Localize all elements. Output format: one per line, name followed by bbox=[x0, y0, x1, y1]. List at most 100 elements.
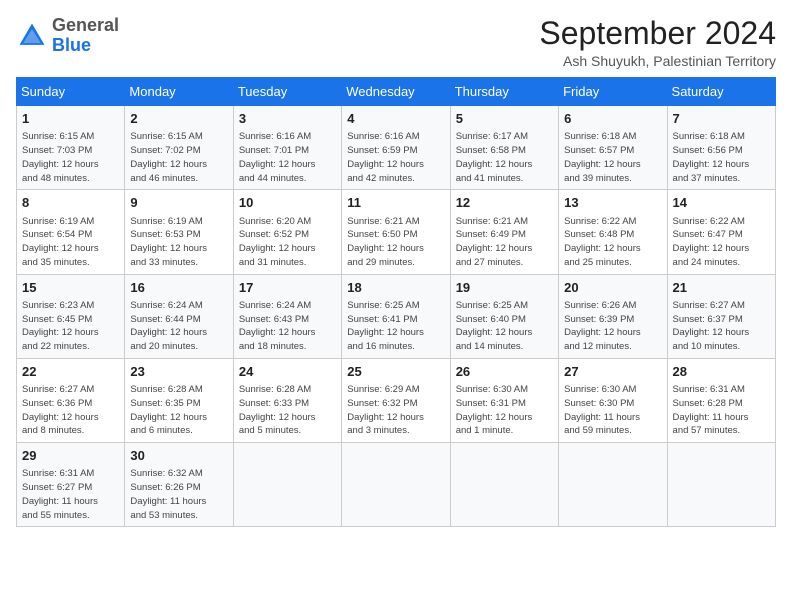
day-number: 24 bbox=[239, 363, 336, 381]
day-number: 3 bbox=[239, 110, 336, 128]
calendar-week-row: 15 Sunrise: 6:23 AM Sunset: 6:45 PM Dayli… bbox=[17, 274, 776, 358]
calendar-cell: 10Sunrise: 6:20 AM Sunset: 6:52 PM Dayli… bbox=[233, 190, 341, 274]
title-block: September 2024 Ash Shuyukh, Palestinian … bbox=[539, 16, 776, 69]
weekday-header-wednesday: Wednesday bbox=[342, 78, 450, 106]
calendar-week-row: 29Sunrise: 6:31 AM Sunset: 6:27 PM Dayli… bbox=[17, 443, 776, 527]
day-info: Sunrise: 6:27 AM Sunset: 6:37 PM Dayligh… bbox=[673, 299, 770, 354]
calendar-week-row: 22 Sunrise: 6:27 AM Sunset: 6:36 PM Dayli… bbox=[17, 358, 776, 442]
day-info: Sunrise: 6:30 AM Sunset: 6:30 PM Dayligh… bbox=[564, 383, 661, 438]
weekday-header-saturday: Saturday bbox=[667, 78, 775, 106]
day-number: 29 bbox=[22, 447, 119, 465]
calendar-cell: 18 Sunrise: 6:25 AM Sunset: 6:41 PM Dayli… bbox=[342, 274, 450, 358]
calendar-cell bbox=[667, 443, 775, 527]
day-number: 16 bbox=[130, 279, 227, 297]
day-number: 11 bbox=[347, 194, 444, 212]
day-info: Sunrise: 6:22 AM Sunset: 6:47 PM Dayligh… bbox=[673, 215, 770, 270]
day-number: 14 bbox=[673, 194, 770, 212]
calendar-header: SundayMondayTuesdayWednesdayThursdayFrid… bbox=[17, 78, 776, 106]
day-number: 9 bbox=[130, 194, 227, 212]
calendar-cell: 3Sunrise: 6:16 AM Sunset: 7:01 PM Daylig… bbox=[233, 106, 341, 190]
calendar-cell: 30 Sunrise: 6:32 AM Sunset: 6:26 PM Dayli… bbox=[125, 443, 233, 527]
day-number: 25 bbox=[347, 363, 444, 381]
day-info: Sunrise: 6:15 AM Sunset: 7:02 PM Dayligh… bbox=[130, 130, 227, 185]
calendar-cell: 16 Sunrise: 6:24 AM Sunset: 6:44 PM Dayli… bbox=[125, 274, 233, 358]
day-info: Sunrise: 6:17 AM Sunset: 6:58 PM Dayligh… bbox=[456, 130, 553, 185]
day-number: 19 bbox=[456, 279, 553, 297]
day-info: Sunrise: 6:27 AM Sunset: 6:36 PM Dayligh… bbox=[22, 383, 119, 438]
day-info: Sunrise: 6:24 AM Sunset: 6:44 PM Dayligh… bbox=[130, 299, 227, 354]
day-number: 18 bbox=[347, 279, 444, 297]
day-info: Sunrise: 6:23 AM Sunset: 6:45 PM Dayligh… bbox=[22, 299, 119, 354]
calendar-cell: 24 Sunrise: 6:28 AM Sunset: 6:33 PM Dayli… bbox=[233, 358, 341, 442]
day-info: Sunrise: 6:31 AM Sunset: 6:28 PM Dayligh… bbox=[673, 383, 770, 438]
day-info: Sunrise: 6:19 AM Sunset: 6:54 PM Dayligh… bbox=[22, 215, 119, 270]
month-year-title: September 2024 bbox=[539, 16, 776, 51]
weekday-header-monday: Monday bbox=[125, 78, 233, 106]
day-info: Sunrise: 6:28 AM Sunset: 6:33 PM Dayligh… bbox=[239, 383, 336, 438]
day-number: 23 bbox=[130, 363, 227, 381]
calendar-cell: 12 Sunrise: 6:21 AM Sunset: 6:49 PM Dayli… bbox=[450, 190, 558, 274]
location-subtitle: Ash Shuyukh, Palestinian Territory bbox=[539, 53, 776, 69]
day-info: Sunrise: 6:30 AM Sunset: 6:31 PM Dayligh… bbox=[456, 383, 553, 438]
calendar-cell: 4Sunrise: 6:16 AM Sunset: 6:59 PM Daylig… bbox=[342, 106, 450, 190]
calendar-week-row: 1Sunrise: 6:15 AM Sunset: 7:03 PM Daylig… bbox=[17, 106, 776, 190]
calendar-cell bbox=[450, 443, 558, 527]
day-info: Sunrise: 6:28 AM Sunset: 6:35 PM Dayligh… bbox=[130, 383, 227, 438]
day-number: 8 bbox=[22, 194, 119, 212]
day-number: 2 bbox=[130, 110, 227, 128]
calendar-table: SundayMondayTuesdayWednesdayThursdayFrid… bbox=[16, 77, 776, 527]
calendar-cell bbox=[342, 443, 450, 527]
day-number: 21 bbox=[673, 279, 770, 297]
weekday-header-friday: Friday bbox=[559, 78, 667, 106]
calendar-cell: 22 Sunrise: 6:27 AM Sunset: 6:36 PM Dayli… bbox=[17, 358, 125, 442]
calendar-cell: 21 Sunrise: 6:27 AM Sunset: 6:37 PM Dayli… bbox=[667, 274, 775, 358]
calendar-cell: 1Sunrise: 6:15 AM Sunset: 7:03 PM Daylig… bbox=[17, 106, 125, 190]
day-info: Sunrise: 6:25 AM Sunset: 6:40 PM Dayligh… bbox=[456, 299, 553, 354]
calendar-cell: 19 Sunrise: 6:25 AM Sunset: 6:40 PM Dayli… bbox=[450, 274, 558, 358]
day-info: Sunrise: 6:21 AM Sunset: 6:49 PM Dayligh… bbox=[456, 215, 553, 270]
calendar-cell: 5 Sunrise: 6:17 AM Sunset: 6:58 PM Daylig… bbox=[450, 106, 558, 190]
calendar-cell: 7 Sunrise: 6:18 AM Sunset: 6:56 PM Daylig… bbox=[667, 106, 775, 190]
calendar-cell: 14 Sunrise: 6:22 AM Sunset: 6:47 PM Dayli… bbox=[667, 190, 775, 274]
calendar-cell: 26 Sunrise: 6:30 AM Sunset: 6:31 PM Dayli… bbox=[450, 358, 558, 442]
day-number: 30 bbox=[130, 447, 227, 465]
day-info: Sunrise: 6:21 AM Sunset: 6:50 PM Dayligh… bbox=[347, 215, 444, 270]
day-info: Sunrise: 6:22 AM Sunset: 6:48 PM Dayligh… bbox=[564, 215, 661, 270]
logo-icon bbox=[16, 20, 48, 52]
day-info: Sunrise: 6:26 AM Sunset: 6:39 PM Dayligh… bbox=[564, 299, 661, 354]
day-info: Sunrise: 6:19 AM Sunset: 6:53 PM Dayligh… bbox=[130, 215, 227, 270]
day-info: Sunrise: 6:18 AM Sunset: 6:57 PM Dayligh… bbox=[564, 130, 661, 185]
day-number: 5 bbox=[456, 110, 553, 128]
calendar-cell: 8 Sunrise: 6:19 AM Sunset: 6:54 PM Daylig… bbox=[17, 190, 125, 274]
weekday-header-sunday: Sunday bbox=[17, 78, 125, 106]
day-info: Sunrise: 6:18 AM Sunset: 6:56 PM Dayligh… bbox=[673, 130, 770, 185]
weekday-header-thursday: Thursday bbox=[450, 78, 558, 106]
day-number: 26 bbox=[456, 363, 553, 381]
day-info: Sunrise: 6:29 AM Sunset: 6:32 PM Dayligh… bbox=[347, 383, 444, 438]
day-number: 10 bbox=[239, 194, 336, 212]
calendar-cell: 29Sunrise: 6:31 AM Sunset: 6:27 PM Dayli… bbox=[17, 443, 125, 527]
day-info: Sunrise: 6:24 AM Sunset: 6:43 PM Dayligh… bbox=[239, 299, 336, 354]
logo-blue: Blue bbox=[52, 35, 91, 55]
day-info: Sunrise: 6:25 AM Sunset: 6:41 PM Dayligh… bbox=[347, 299, 444, 354]
calendar-cell: 15 Sunrise: 6:23 AM Sunset: 6:45 PM Dayli… bbox=[17, 274, 125, 358]
calendar-cell: 11 Sunrise: 6:21 AM Sunset: 6:50 PM Dayli… bbox=[342, 190, 450, 274]
calendar-cell: 20Sunrise: 6:26 AM Sunset: 6:39 PM Dayli… bbox=[559, 274, 667, 358]
day-number: 12 bbox=[456, 194, 553, 212]
weekday-header-tuesday: Tuesday bbox=[233, 78, 341, 106]
day-number: 13 bbox=[564, 194, 661, 212]
day-number: 15 bbox=[22, 279, 119, 297]
calendar-cell: 13 Sunrise: 6:22 AM Sunset: 6:48 PM Dayli… bbox=[559, 190, 667, 274]
calendar-cell: 17Sunrise: 6:24 AM Sunset: 6:43 PM Dayli… bbox=[233, 274, 341, 358]
calendar-week-row: 8 Sunrise: 6:19 AM Sunset: 6:54 PM Daylig… bbox=[17, 190, 776, 274]
day-info: Sunrise: 6:32 AM Sunset: 6:26 PM Dayligh… bbox=[130, 467, 227, 522]
day-info: Sunrise: 6:15 AM Sunset: 7:03 PM Dayligh… bbox=[22, 130, 119, 185]
day-number: 7 bbox=[673, 110, 770, 128]
day-number: 6 bbox=[564, 110, 661, 128]
day-number: 22 bbox=[22, 363, 119, 381]
day-number: 4 bbox=[347, 110, 444, 128]
calendar-cell: 9 Sunrise: 6:19 AM Sunset: 6:53 PM Daylig… bbox=[125, 190, 233, 274]
calendar-cell: 28Sunrise: 6:31 AM Sunset: 6:28 PM Dayli… bbox=[667, 358, 775, 442]
day-number: 27 bbox=[564, 363, 661, 381]
calendar-cell: 27 Sunrise: 6:30 AM Sunset: 6:30 PM Dayli… bbox=[559, 358, 667, 442]
